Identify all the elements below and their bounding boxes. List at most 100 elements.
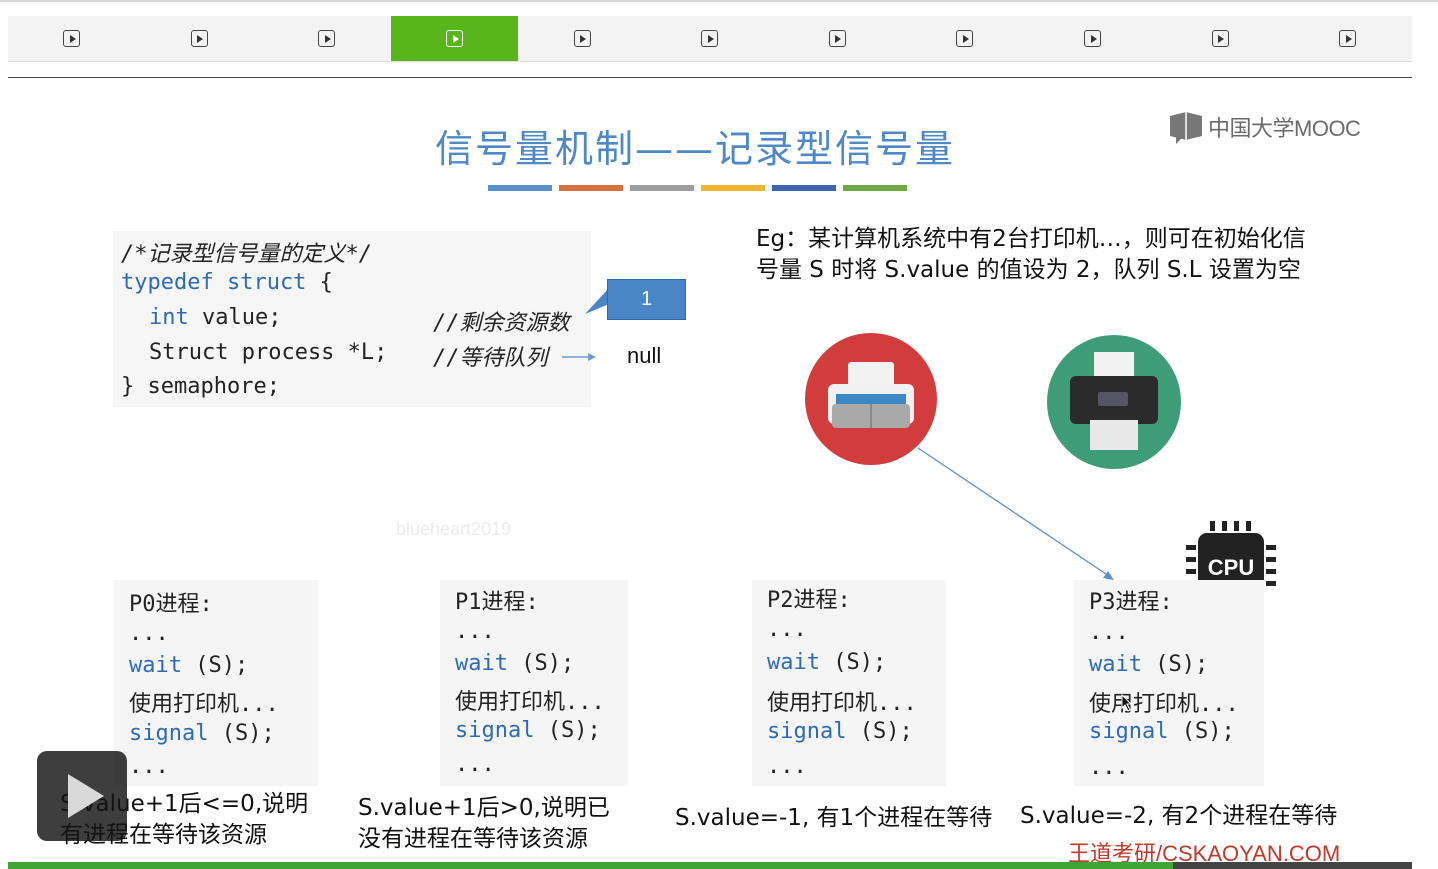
signal-keyword: signal bbox=[455, 718, 535, 743]
process-wait: wait (S); bbox=[129, 653, 248, 678]
lesson-tab-11[interactable] bbox=[1284, 16, 1412, 61]
process-wait: wait (S); bbox=[767, 650, 886, 675]
code-comment-queue: //等待队列 bbox=[433, 346, 548, 371]
play-icon bbox=[1211, 30, 1229, 47]
process-signal: signal (S); bbox=[129, 721, 275, 746]
code-line-value: int value; bbox=[149, 305, 281, 330]
process-title: P1进程: bbox=[455, 590, 539, 615]
title-color-bar bbox=[843, 185, 907, 191]
play-icon bbox=[701, 30, 719, 47]
play-icon bbox=[956, 30, 974, 47]
code-keyword-typedef: typedef struct bbox=[121, 270, 307, 295]
wait-keyword: wait bbox=[767, 650, 820, 675]
title-color-bar bbox=[772, 185, 836, 191]
title-color-bar bbox=[488, 185, 552, 191]
slide-title: 信号量机制——记录型信号量 bbox=[434, 127, 955, 171]
code-line-close: } semaphore; bbox=[121, 374, 280, 399]
signal-keyword: signal bbox=[1089, 719, 1169, 744]
wait-args: (S); bbox=[819, 650, 887, 675]
null-label: null bbox=[627, 343, 662, 368]
title-color-bars bbox=[488, 185, 907, 191]
play-icon bbox=[828, 30, 846, 47]
code-keyword-int: int bbox=[149, 305, 189, 330]
wait-args: (S); bbox=[181, 653, 249, 678]
video-play-button[interactable] bbox=[37, 751, 127, 841]
process-wait: wait (S); bbox=[1089, 652, 1208, 677]
caption-p1: S.value+1后>0,说明已 没有进程在等待该资源 bbox=[358, 795, 610, 852]
caption-p3: S.value=-2, 有2个进程在等待 bbox=[1020, 803, 1338, 829]
process-use-printer: 使用打印机... bbox=[1089, 692, 1239, 717]
signal-keyword: signal bbox=[767, 719, 847, 744]
lesson-tab-2[interactable] bbox=[136, 16, 264, 61]
signal-keyword: signal bbox=[129, 721, 209, 746]
process-use-printer: 使用打印机... bbox=[129, 692, 279, 717]
process-dots: ... bbox=[767, 754, 807, 779]
code-line-queue: Struct process *L; bbox=[149, 340, 388, 365]
process-use-printer: 使用打印机... bbox=[455, 690, 605, 715]
lesson-tab-4[interactable] bbox=[390, 16, 519, 61]
signal-args: (S); bbox=[534, 718, 601, 743]
code-comment-definition: /*记录型信号量的定义*/ bbox=[121, 242, 372, 267]
process-dots: ... bbox=[1089, 755, 1129, 780]
process-dots: ... bbox=[1089, 620, 1129, 645]
wait-keyword: wait bbox=[1089, 652, 1142, 677]
play-icon bbox=[446, 30, 464, 47]
mooc-logo: 中国大学MOOC bbox=[1168, 110, 1361, 144]
process-block-p2: P2进程: ... wait (S); 使用打印机... signal (S);… bbox=[752, 580, 946, 786]
code-value-field: value; bbox=[188, 305, 282, 330]
play-icon bbox=[1084, 30, 1102, 47]
process-signal: signal (S); bbox=[455, 718, 601, 743]
mooc-logo-icon bbox=[1170, 112, 1202, 144]
play-icon bbox=[190, 30, 208, 47]
printer-to-p3-arrowhead bbox=[1103, 571, 1114, 580]
title-color-bar bbox=[630, 185, 694, 191]
signal-args: (S); bbox=[1168, 719, 1235, 744]
process-title: P0进程: bbox=[129, 592, 213, 617]
mouse-cursor-icon bbox=[1121, 694, 1133, 712]
page-edge bbox=[1412, 830, 1438, 869]
process-title: P2进程: bbox=[767, 588, 851, 613]
caption-p2: S.value=-1, 有1个进程在等待 bbox=[675, 805, 993, 831]
process-dots: ... bbox=[767, 617, 807, 642]
process-signal: signal (S); bbox=[1089, 719, 1235, 744]
process-dots: ... bbox=[455, 619, 495, 644]
wait-keyword: wait bbox=[455, 651, 508, 676]
process-use-printer: 使用打印机... bbox=[767, 691, 917, 716]
lesson-tab-8[interactable] bbox=[901, 16, 1029, 61]
process-dots: ... bbox=[129, 754, 169, 779]
window-top-border bbox=[0, 0, 1438, 2]
printer-green-icon bbox=[1047, 335, 1181, 469]
title-color-bar bbox=[701, 185, 765, 191]
process-dots: ... bbox=[455, 752, 495, 777]
code-line-typedef: typedef struct { bbox=[121, 270, 333, 295]
process-block-p0: P0进程: ... wait (S); 使用打印机... signal (S);… bbox=[114, 580, 318, 786]
signal-args: (S); bbox=[846, 719, 913, 744]
mooc-logo-text: 中国大学MOOC bbox=[1208, 116, 1361, 141]
lesson-tab-7[interactable] bbox=[774, 16, 902, 61]
lesson-tab-5[interactable] bbox=[518, 16, 646, 61]
lesson-tab-9[interactable] bbox=[1029, 16, 1157, 61]
nav-divider bbox=[8, 77, 1412, 78]
lesson-tab-bar bbox=[8, 16, 1412, 62]
cpu-chip-label: CPU bbox=[1208, 555, 1254, 580]
lesson-tab-10[interactable] bbox=[1156, 16, 1284, 61]
process-wait: wait (S); bbox=[455, 651, 574, 676]
process-dots: ... bbox=[129, 621, 169, 646]
lesson-tab-3[interactable] bbox=[263, 16, 391, 61]
code-brace-open: { bbox=[306, 270, 333, 295]
play-icon bbox=[63, 30, 81, 47]
signal-args: (S); bbox=[208, 721, 275, 746]
example-text: Eg：某计算机系统中有2台打印机…，则可在初始化信号量 S 时将 S.value… bbox=[756, 226, 1306, 283]
title-color-bar bbox=[559, 185, 623, 191]
process-block-p1: P1进程: ... wait (S); 使用打印机... signal (S);… bbox=[440, 580, 628, 786]
play-icon bbox=[573, 30, 591, 47]
wait-keyword: wait bbox=[129, 653, 182, 678]
play-icon bbox=[318, 30, 336, 47]
process-signal: signal (S); bbox=[767, 719, 913, 744]
process-block-p3: P3进程: ... wait (S); 使用打印机... signal (S);… bbox=[1074, 580, 1264, 786]
play-icon bbox=[1339, 30, 1357, 47]
lesson-tab-1[interactable] bbox=[8, 16, 136, 61]
lesson-tab-6[interactable] bbox=[646, 16, 774, 61]
video-progress-fill[interactable] bbox=[8, 862, 1174, 869]
semaphore-code-block: /*记录型信号量的定义*/ typedef struct { int value… bbox=[113, 231, 591, 407]
